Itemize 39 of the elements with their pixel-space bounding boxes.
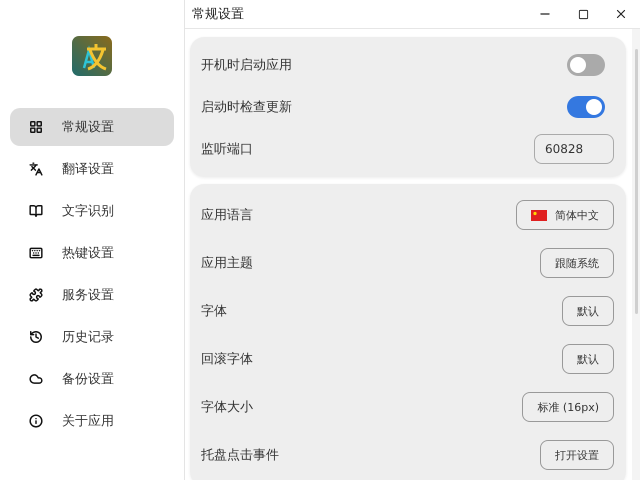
toggle-switch[interactable]: [567, 54, 605, 76]
setting-label: 托盘点击事件: [201, 447, 279, 464]
book-icon: [29, 204, 43, 218]
window-title: 常规设置: [192, 6, 244, 23]
setting-label: 监听端口: [201, 141, 253, 158]
setting-label: 应用主题: [201, 255, 253, 272]
cloud-icon: [29, 372, 43, 386]
setting-label: 开机时启动应用: [201, 57, 292, 74]
sidebar-item[interactable]: 服务设置: [10, 276, 174, 314]
setting-label: 启动时检查更新: [201, 99, 292, 116]
select-button[interactable]: 默认: [562, 296, 614, 326]
select-button[interactable]: 跟随系统: [540, 248, 614, 278]
scrollbar[interactable]: [632, 29, 640, 480]
history-icon: [29, 330, 43, 344]
keyboard-icon: [29, 246, 43, 260]
port-field[interactable]: 60828: [534, 134, 614, 164]
grid-icon: [29, 120, 43, 134]
sidebar-item[interactable]: 常规设置: [10, 108, 174, 146]
app-logo: [72, 36, 112, 76]
setting-label: 应用语言: [201, 207, 253, 224]
sidebar-item[interactable]: 历史记录: [10, 318, 174, 356]
close-icon: [614, 7, 628, 21]
maximize-icon: [578, 8, 588, 20]
sidebar-item[interactable]: 翻译设置: [10, 150, 174, 188]
info-icon: [29, 414, 43, 428]
puzzle-icon: [29, 288, 43, 302]
select-button[interactable]: 标准 (16px): [522, 392, 614, 422]
select-button[interactable]: 默认: [562, 344, 614, 374]
sidebar-item[interactable]: 热键设置: [10, 234, 174, 272]
sidebar-item[interactable]: 关于应用: [10, 402, 174, 440]
select-button[interactable]: 简体中文: [516, 200, 614, 230]
sidebar-item[interactable]: 备份设置: [10, 360, 174, 398]
select-button[interactable]: 打开设置: [540, 440, 614, 470]
toggle-switch[interactable]: [567, 96, 605, 118]
sidebar-item[interactable]: 文字识别: [10, 192, 174, 230]
setting-label: 字体大小: [201, 399, 253, 416]
setting-label: 字体: [201, 303, 227, 320]
setting-label: 回滚字体: [201, 351, 253, 368]
translate-icon: [29, 162, 43, 176]
